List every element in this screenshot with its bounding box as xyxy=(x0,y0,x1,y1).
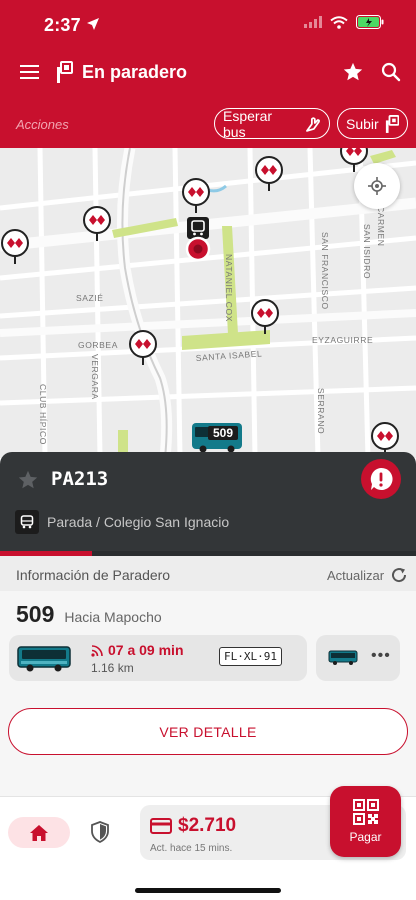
locate-me-button[interactable] xyxy=(354,163,400,209)
route-direction: Hacia Mapocho xyxy=(64,609,162,625)
bus-illustration-icon xyxy=(17,646,71,672)
qr-code-icon xyxy=(352,799,379,825)
shield-icon[interactable] xyxy=(90,821,110,843)
hand-wave-icon xyxy=(306,116,321,132)
balance-value: $2.710 xyxy=(178,815,237,836)
refresh-label: Actualizar xyxy=(327,567,385,583)
street-label-serrano: SERRANO xyxy=(316,388,326,434)
arrival-eta: 07 a 09 min xyxy=(91,642,184,658)
license-plate: FL·XL·91 xyxy=(219,647,282,666)
status-time: 2:37 xyxy=(44,15,81,35)
home-icon xyxy=(30,824,48,841)
next-arrival-card[interactable]: ••• xyxy=(316,635,400,681)
actions-label: Acciones xyxy=(16,117,69,132)
location-arrow-icon xyxy=(87,18,99,30)
info-title: Información de Paradero xyxy=(16,567,171,583)
refresh-button[interactable]: Actualizar xyxy=(327,566,408,584)
street-label-eyzaguirre: EYZAGUIRRE xyxy=(312,335,373,345)
status-bar: 2:37 xyxy=(0,0,416,48)
map-view[interactable]: SAZIÉ GORBEA VERGARA CLUB HÍPICO NATANIE… xyxy=(0,148,416,458)
home-tab[interactable] xyxy=(8,817,70,848)
report-alert-button[interactable] xyxy=(361,459,401,499)
info-header: Información de Paradero Actualizar xyxy=(0,556,416,591)
stop-name: Parada / Colegio San Ignacio xyxy=(47,514,230,530)
board-bus-button[interactable]: Subir xyxy=(337,108,408,139)
wait-bus-label: Esperar bus xyxy=(223,107,273,140)
pay-label: Pagar xyxy=(349,830,382,844)
actions-row: Acciones Esperar bus Subir xyxy=(0,108,416,140)
street-label-carmen: CARMEN xyxy=(376,206,386,246)
card-icon xyxy=(150,818,172,834)
nav-bar: En paradero xyxy=(0,54,416,94)
bus-icon xyxy=(20,515,34,529)
route-number: 509 xyxy=(16,601,55,627)
board-icon xyxy=(385,114,399,133)
route-row[interactable]: 509 Hacia Mapocho xyxy=(16,601,162,628)
view-detail-label: VER DETALLE xyxy=(159,723,257,740)
street-label-nataniel-cox: NATANIEL COX xyxy=(224,254,234,322)
alert-bubble-icon xyxy=(370,467,393,490)
current-stop-marker[interactable] xyxy=(185,217,211,262)
street-label-club-hipico: CLUB HÍPICO xyxy=(38,384,48,445)
street-label-san-isidro: SAN ISIDRO xyxy=(362,224,372,279)
street-label-san-francisco: SAN FRANCISCO xyxy=(320,232,330,310)
favorite-star-icon[interactable] xyxy=(17,469,39,491)
status-icons xyxy=(304,15,384,29)
live-signal-icon xyxy=(91,644,103,657)
street-label-gorbea: GORBEA xyxy=(78,340,118,350)
arrival-distance: 1.16 km xyxy=(91,661,134,675)
stop-info-section: Información de Paradero Actualizar 509 H… xyxy=(0,556,416,796)
balance-updated: Act. hace 15 mins. xyxy=(150,843,233,854)
bus-illustration-icon xyxy=(328,650,358,665)
refresh-icon xyxy=(392,568,407,583)
signal-icon xyxy=(304,16,322,28)
bus-stop-icon xyxy=(57,61,73,83)
battery-icon xyxy=(356,15,384,29)
page-title: En paradero xyxy=(82,62,188,82)
balance-amount: $2.710 xyxy=(150,815,236,837)
bus-stop-type-icon xyxy=(15,510,39,534)
pay-button[interactable]: Pagar xyxy=(330,786,401,857)
star-icon[interactable] xyxy=(342,61,364,83)
wait-bus-button[interactable]: Esperar bus xyxy=(214,107,330,140)
map-canvas[interactable]: SAZIÉ GORBEA VERGARA CLUB HÍPICO NATANIE… xyxy=(0,148,416,458)
app-header: 2:37 En paradero Acciones Esperar bus Su… xyxy=(0,0,416,148)
hamburger-menu-icon[interactable] xyxy=(20,64,40,80)
search-icon[interactable] xyxy=(381,62,401,82)
bus-marker-route: 509 xyxy=(213,426,233,440)
more-options-icon: ••• xyxy=(371,647,391,664)
board-bus-label: Subir xyxy=(346,115,379,132)
arrival-card[interactable]: 07 a 09 min 1.16 km FL·XL·91 xyxy=(9,635,307,681)
crosshair-icon xyxy=(368,177,386,195)
street-label-vergara: VERGARA xyxy=(90,354,100,400)
stop-panel: PA213 Parada / Colegio San Ignacio xyxy=(0,452,416,556)
stop-code: PA213 xyxy=(51,468,109,490)
bus-marker[interactable]: 509 xyxy=(192,423,242,453)
bottom-bar: $2.710 Act. hace 15 mins. Pagar xyxy=(0,786,416,900)
home-indicator xyxy=(135,888,281,893)
street-label-sazie: SAZIÉ xyxy=(76,293,104,303)
arrival-eta-text: 07 a 09 min xyxy=(108,642,184,658)
view-detail-button[interactable]: VER DETALLE xyxy=(8,708,408,755)
wifi-icon xyxy=(330,15,348,29)
